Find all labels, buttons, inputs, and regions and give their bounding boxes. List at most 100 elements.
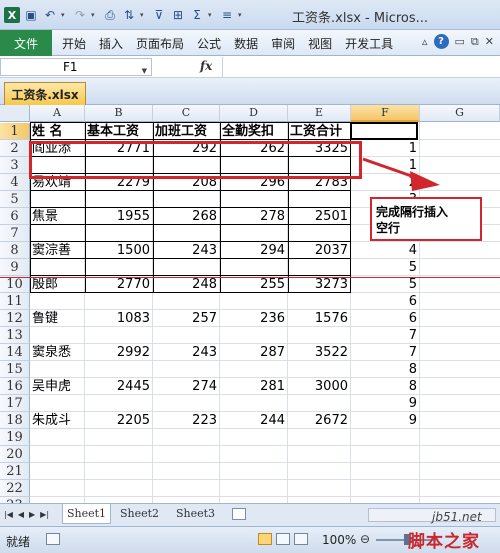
sort-icon[interactable]: ⇅ xyxy=(121,7,137,23)
row-header-3[interactable]: 3 xyxy=(0,157,30,174)
minimize-icon[interactable]: ▭ xyxy=(455,35,465,48)
name-box-dropdown-icon[interactable]: ▼ xyxy=(142,63,147,79)
row-header-21[interactable]: 21 xyxy=(0,463,30,480)
undo-dropdown-icon[interactable]: ▾ xyxy=(61,11,69,19)
redo-dropdown-icon[interactable]: ▾ xyxy=(91,11,99,19)
cell-f14[interactable]: 7 xyxy=(353,344,417,361)
cell-c16[interactable]: 274 xyxy=(155,378,217,395)
sheet-tab-sheet1[interactable]: Sheet1 xyxy=(62,504,112,524)
cell-d12[interactable]: 236 xyxy=(222,310,285,327)
cell-b6[interactable]: 1955 xyxy=(87,208,150,225)
row-header-6[interactable]: 6 xyxy=(0,208,30,225)
cell-b14[interactable]: 2992 xyxy=(87,344,150,361)
zoom-level[interactable]: 100% xyxy=(322,533,356,547)
row-header-18[interactable]: 18 xyxy=(0,412,30,429)
header-cell-e[interactable]: 工资合计 xyxy=(290,123,348,140)
align-icon[interactable]: ≡ xyxy=(219,7,235,23)
cell-a8[interactable]: 窦淙善 xyxy=(32,242,82,259)
cell-b18[interactable]: 2205 xyxy=(87,412,150,429)
select-all-corner[interactable] xyxy=(0,105,30,122)
sheet-tab-sheet3[interactable]: Sheet3 xyxy=(172,504,219,524)
macro-record-icon[interactable] xyxy=(46,533,60,545)
cell-d16[interactable]: 281 xyxy=(222,378,285,395)
column-header-e[interactable]: E xyxy=(288,105,351,122)
row-header-20[interactable]: 20 xyxy=(0,446,30,463)
column-header-a[interactable]: A xyxy=(30,105,85,122)
cell-d10[interactable]: 255 xyxy=(222,276,285,293)
qat-customize-icon[interactable]: ▾ xyxy=(238,11,246,19)
sort-dropdown-icon[interactable]: ▾ xyxy=(140,11,148,19)
cell-f17[interactable]: 9 xyxy=(353,395,417,412)
tab-data[interactable]: 数据 xyxy=(234,35,258,52)
cell-b12[interactable]: 1083 xyxy=(87,310,150,327)
row-header-9[interactable]: 9 xyxy=(0,259,30,276)
tab-page-layout[interactable]: 页面布局 xyxy=(136,35,184,52)
row-header-13[interactable]: 13 xyxy=(0,327,30,344)
cell-e16[interactable]: 3000 xyxy=(290,378,348,395)
next-sheet-icon[interactable]: ▶ xyxy=(29,510,35,519)
row-header-15[interactable]: 15 xyxy=(0,361,30,378)
page-layout-view-icon[interactable] xyxy=(276,533,290,545)
row-header-10[interactable]: 10 xyxy=(0,276,30,293)
tab-insert[interactable]: 插入 xyxy=(99,35,123,52)
cell-c6[interactable]: 268 xyxy=(155,208,217,225)
zoom-out-icon[interactable]: ⊖ xyxy=(360,532,370,546)
cell-b8[interactable]: 1500 xyxy=(87,242,150,259)
cell-a12[interactable]: 鲁键 xyxy=(32,310,82,327)
header-cell-d[interactable]: 全勤奖扣 xyxy=(222,123,285,140)
cell-c10[interactable]: 248 xyxy=(155,276,217,293)
new-sheet-icon[interactable] xyxy=(232,508,246,520)
name-box[interactable]: F1 ▼ xyxy=(0,58,152,76)
tab-home[interactable]: 开始 xyxy=(62,35,86,52)
cell-c18[interactable]: 223 xyxy=(155,412,217,429)
header-cell-c[interactable]: 加班工资 xyxy=(155,123,217,140)
workbook-tab[interactable]: 工资条.xlsx xyxy=(4,82,86,105)
row-header-22[interactable]: 22 xyxy=(0,480,30,497)
tab-review[interactable]: 审阅 xyxy=(271,35,295,52)
sum-icon[interactable]: Σ xyxy=(189,7,205,23)
row-header-12[interactable]: 12 xyxy=(0,310,30,327)
ribbon-collapse-icon[interactable]: ▵ xyxy=(422,35,428,48)
tab-developer[interactable]: 开发工具 xyxy=(345,35,393,52)
row-header-19[interactable]: 19 xyxy=(0,429,30,446)
sheet-tab-sheet2[interactable]: Sheet2 xyxy=(116,504,163,524)
cell-d18[interactable]: 244 xyxy=(222,412,285,429)
row-header-2[interactable]: 2 xyxy=(0,140,30,157)
cell-a10[interactable]: 殷郎 xyxy=(32,276,82,293)
active-cell-f1[interactable] xyxy=(350,122,418,140)
cell-e12[interactable]: 1576 xyxy=(290,310,348,327)
column-header-d[interactable]: D xyxy=(220,105,288,122)
filter-icon[interactable]: ⊽ xyxy=(151,7,167,23)
column-header-c[interactable]: C xyxy=(153,105,220,122)
cell-a16[interactable]: 吴申虎 xyxy=(32,378,82,395)
page-break-view-icon[interactable] xyxy=(294,533,308,545)
tab-view[interactable]: 视图 xyxy=(308,35,332,52)
cell-b10[interactable]: 2770 xyxy=(87,276,150,293)
cell-c14[interactable]: 243 xyxy=(155,344,217,361)
cell-f15[interactable]: 8 xyxy=(353,361,417,378)
insert-function-icon[interactable]: fx xyxy=(200,59,212,73)
row-header-4[interactable]: 4 xyxy=(0,174,30,191)
row-header-11[interactable]: 11 xyxy=(0,293,30,310)
worksheet-grid[interactable]: ABCDEFG 1 2 3 4 5 6 7 8 9 10 11 12 13 14 15 16 17 18 19 20 2… xyxy=(0,105,500,503)
restore-icon[interactable]: ⧉ xyxy=(471,35,479,49)
header-cell-b[interactable]: 基本工资 xyxy=(87,123,150,140)
last-sheet-icon[interactable]: ▶| xyxy=(40,510,49,519)
save-icon[interactable]: ▣ xyxy=(23,7,39,23)
row-header-16[interactable]: 16 xyxy=(0,378,30,395)
cell-a14[interactable]: 窦泉悉 xyxy=(32,344,82,361)
row-header-8[interactable]: 8 xyxy=(0,242,30,259)
cell-f12[interactable]: 6 xyxy=(353,310,417,327)
row-header-7[interactable]: 7 xyxy=(0,225,30,242)
cell-a18[interactable]: 朱成斗 xyxy=(32,412,82,429)
cell-e14[interactable]: 3522 xyxy=(290,344,348,361)
cell-d14[interactable]: 287 xyxy=(222,344,285,361)
undo-icon[interactable]: ↶ xyxy=(42,7,58,23)
print-preview-icon[interactable]: ⎙ xyxy=(102,7,118,23)
sum-dropdown-icon[interactable]: ▾ xyxy=(208,11,216,19)
redo-icon[interactable]: ↷ xyxy=(72,7,88,23)
cell-b16[interactable]: 2445 xyxy=(87,378,150,395)
help-icon[interactable]: ? xyxy=(433,34,449,49)
cell-f11[interactable]: 6 xyxy=(353,293,417,310)
close-icon[interactable]: ✕ xyxy=(485,35,494,48)
